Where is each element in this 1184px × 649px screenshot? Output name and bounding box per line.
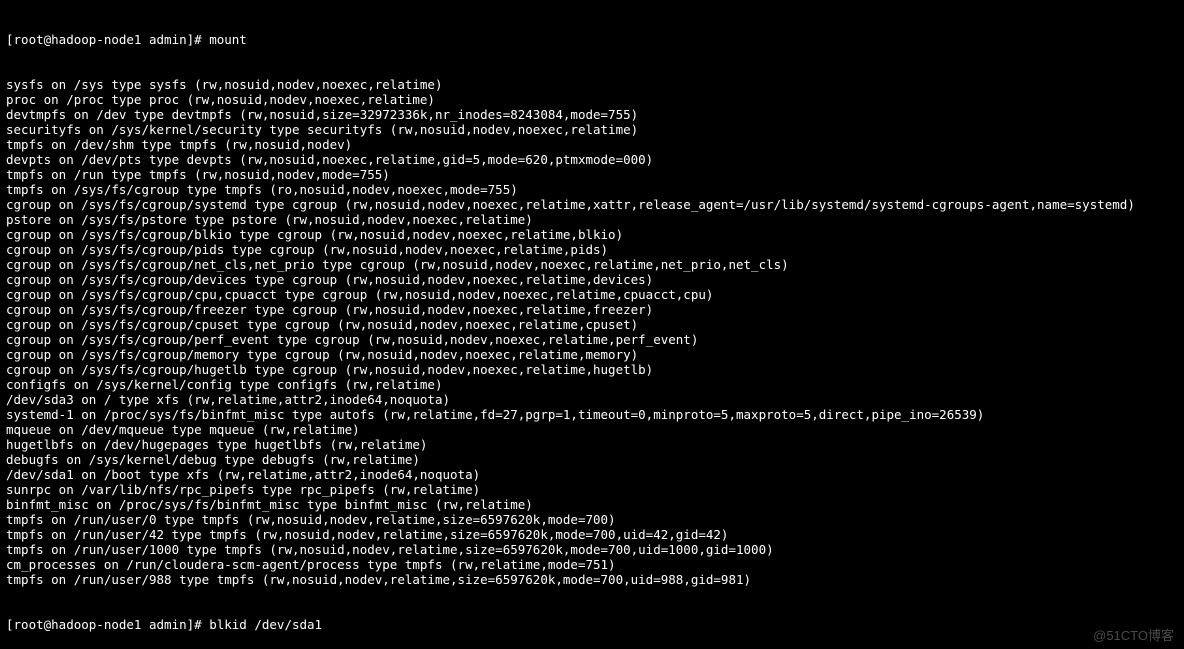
prompt-line: [root@hadoop-node1 admin]# blkid /dev/sd… (6, 617, 1178, 632)
shell-prompt: [root@hadoop-node1 admin]# (6, 617, 209, 632)
mount-output-line: debugfs on /sys/kernel/debug type debugf… (6, 452, 1178, 467)
mount-output-line: tmpfs on /dev/shm type tmpfs (rw,nosuid,… (6, 137, 1178, 152)
mount-output-line: cgroup on /sys/fs/cgroup/devices type cg… (6, 272, 1178, 287)
mount-output-line: devtmpfs on /dev type devtmpfs (rw,nosui… (6, 107, 1178, 122)
mount-output-line: cgroup on /sys/fs/cgroup/freezer type cg… (6, 302, 1178, 317)
mount-output-line: securityfs on /sys/kernel/security type … (6, 122, 1178, 137)
mount-output-line: cgroup on /sys/fs/cgroup/net_cls,net_pri… (6, 257, 1178, 272)
mount-output-line: cgroup on /sys/fs/cgroup/cpuset type cgr… (6, 317, 1178, 332)
mount-output-line: systemd-1 on /proc/sys/fs/binfmt_misc ty… (6, 407, 1178, 422)
mount-output-line: mqueue on /dev/mqueue type mqueue (rw,re… (6, 422, 1178, 437)
shell-prompt: [root@hadoop-node1 admin]# (6, 32, 209, 47)
mount-output-line: sunrpc on /var/lib/nfs/rpc_pipefs type r… (6, 482, 1178, 497)
mount-output-line: /dev/sda3 on / type xfs (rw,relatime,att… (6, 392, 1178, 407)
mount-output-line: cgroup on /sys/fs/cgroup/pids type cgrou… (6, 242, 1178, 257)
mount-output-line: cgroup on /sys/fs/cgroup/blkio type cgro… (6, 227, 1178, 242)
mount-output-line: configfs on /sys/kernel/config type conf… (6, 377, 1178, 392)
mount-output-line: cm_processes on /run/cloudera-scm-agent/… (6, 557, 1178, 572)
mount-output-line: tmpfs on /sys/fs/cgroup type tmpfs (ro,n… (6, 182, 1178, 197)
prompt-line: [root@hadoop-node1 admin]# mount (6, 32, 1178, 47)
mount-output-line: tmpfs on /run/user/0 type tmpfs (rw,nosu… (6, 512, 1178, 527)
mount-output-line: tmpfs on /run type tmpfs (rw,nosuid,node… (6, 167, 1178, 182)
terminal[interactable]: [root@hadoop-node1 admin]# mount sysfs o… (0, 0, 1184, 649)
mount-output-line: binfmt_misc on /proc/sys/fs/binfmt_misc … (6, 497, 1178, 512)
mount-output-line: tmpfs on /run/user/42 type tmpfs (rw,nos… (6, 527, 1178, 542)
mount-output-line: cgroup on /sys/fs/cgroup/systemd type cg… (6, 197, 1178, 212)
watermark-text: @51CTO博客 (1093, 628, 1174, 643)
mount-output: sysfs on /sys type sysfs (rw,nosuid,node… (6, 77, 1178, 587)
mount-output-line: pstore on /sys/fs/pstore type pstore (rw… (6, 212, 1178, 227)
mount-output-line: /dev/sda1 on /boot type xfs (rw,relatime… (6, 467, 1178, 482)
mount-output-line: hugetlbfs on /dev/hugepages type hugetlb… (6, 437, 1178, 452)
mount-output-line: cgroup on /sys/fs/cgroup/perf_event type… (6, 332, 1178, 347)
mount-output-line: devpts on /dev/pts type devpts (rw,nosui… (6, 152, 1178, 167)
mount-output-line: cgroup on /sys/fs/cgroup/memory type cgr… (6, 347, 1178, 362)
command-blkid-sda1: blkid /dev/sda1 (209, 617, 322, 632)
command-mount: mount (209, 32, 247, 47)
mount-output-line: proc on /proc type proc (rw,nosuid,nodev… (6, 92, 1178, 107)
mount-output-line: sysfs on /sys type sysfs (rw,nosuid,node… (6, 77, 1178, 92)
mount-output-line: cgroup on /sys/fs/cgroup/hugetlb type cg… (6, 362, 1178, 377)
mount-output-line: cgroup on /sys/fs/cgroup/cpu,cpuacct typ… (6, 287, 1178, 302)
mount-output-line: tmpfs on /run/user/988 type tmpfs (rw,no… (6, 572, 1178, 587)
mount-output-line: tmpfs on /run/user/1000 type tmpfs (rw,n… (6, 542, 1178, 557)
